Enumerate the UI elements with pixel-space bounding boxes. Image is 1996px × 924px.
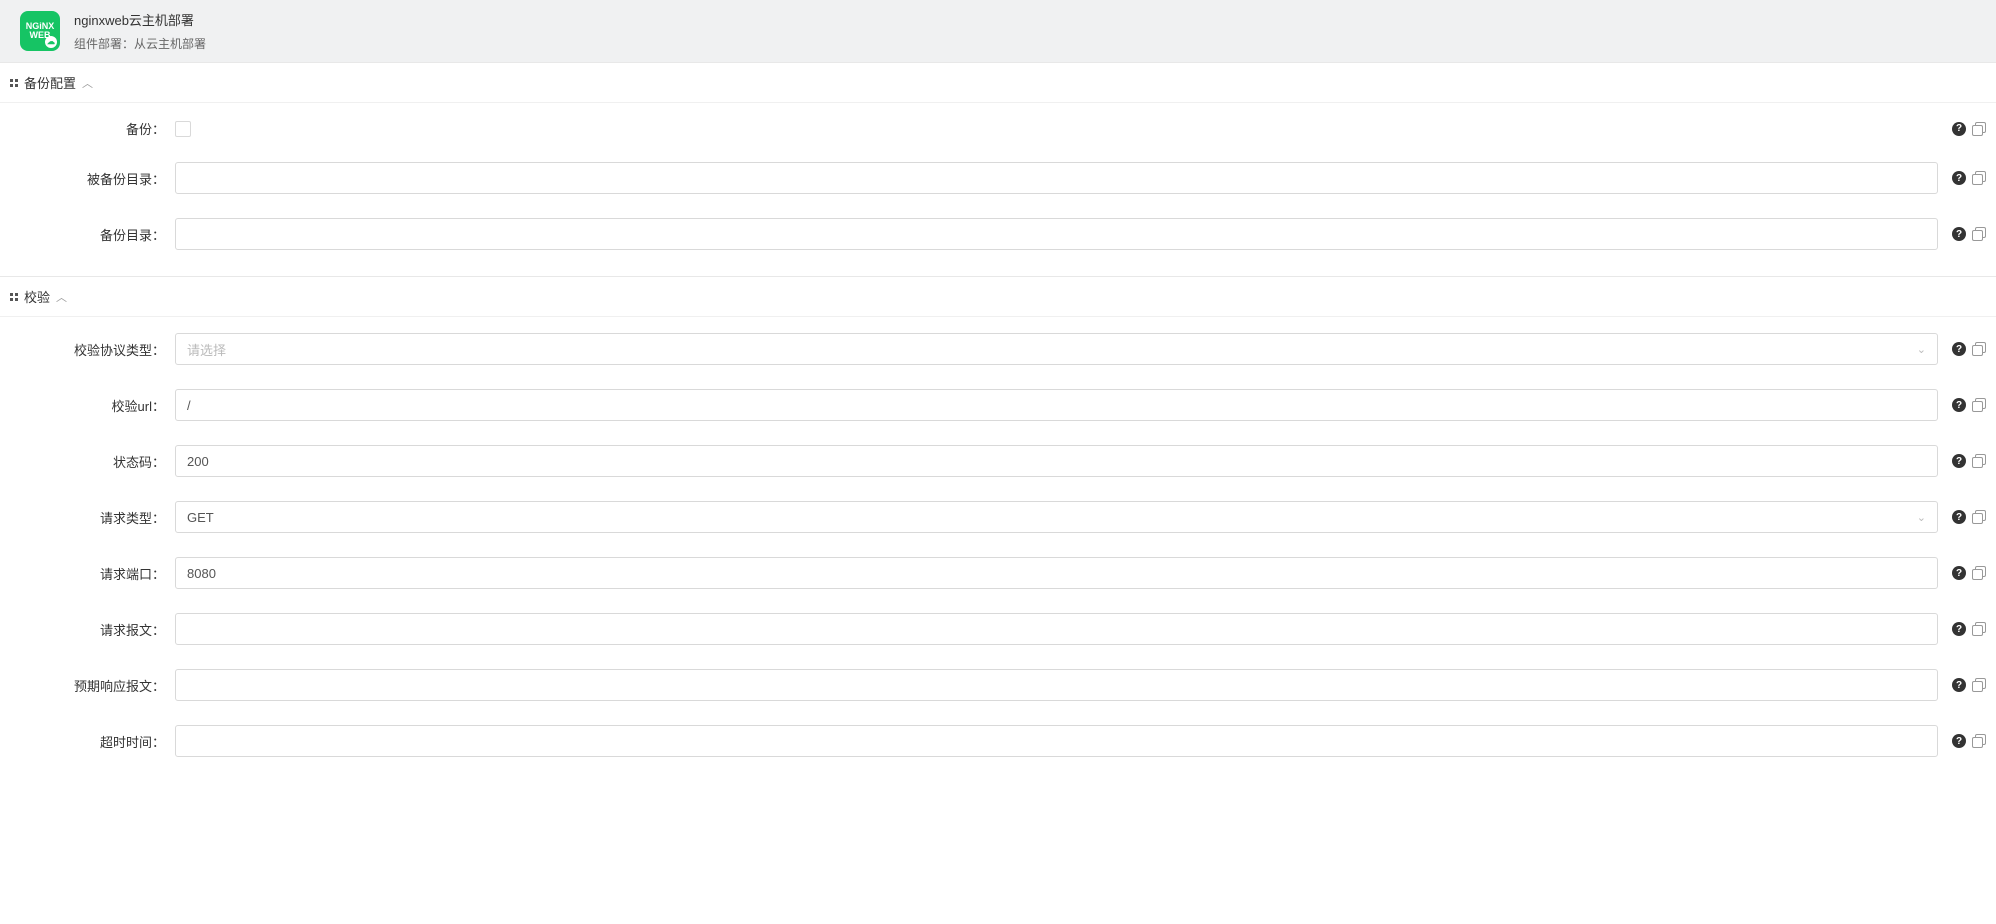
row-backup-dir: 备份目录： ?: [0, 206, 1996, 262]
control-request-body: [175, 613, 1944, 645]
copy-icon[interactable]: [1972, 398, 1986, 412]
page-header: NGiNX WEB ☁ nginxweb云主机部署 组件部署：从云主机部署: [0, 0, 1996, 62]
chevron-up-icon: ︿: [82, 75, 93, 91]
actions-timeout: ?: [1944, 734, 1986, 748]
row-request-body: 请求报文： ?: [0, 601, 1996, 657]
section-check: 校验 ︿ 校验协议类型： 请选择 ⌄ ? 校验url： ?: [0, 276, 1996, 783]
label-protocol-type: 校验协议类型：: [10, 340, 175, 359]
help-icon[interactable]: ?: [1952, 510, 1966, 524]
input-status-code[interactable]: [175, 445, 1938, 477]
actions-request-type: ?: [1944, 510, 1986, 524]
header-text: nginxweb云主机部署 组件部署：从云主机部署: [74, 10, 206, 52]
help-icon[interactable]: ?: [1952, 734, 1966, 748]
input-request-port[interactable]: [175, 557, 1938, 589]
section-check-body: 校验协议类型： 请选择 ⌄ ? 校验url： ? 状态码：: [0, 316, 1996, 783]
page-subtitle: 组件部署：从云主机部署: [74, 35, 206, 52]
label-status-code: 状态码：: [10, 452, 175, 471]
control-timeout: [175, 725, 1944, 757]
section-check-header[interactable]: 校验 ︿: [0, 277, 1996, 316]
row-expected-response: 预期响应报文： ?: [0, 657, 1996, 713]
select-value: GET: [187, 510, 214, 525]
section-backup: 备份配置 ︿ 备份： ? 被备份目录： ? 备份目录：: [0, 62, 1996, 276]
input-request-body[interactable]: [175, 613, 1938, 645]
control-backed-dir: [175, 162, 1944, 194]
chevron-up-icon: ︿: [56, 289, 67, 305]
input-backed-dir[interactable]: [175, 162, 1938, 194]
actions-request-port: ?: [1944, 566, 1986, 580]
control-request-type: GET ⌄: [175, 501, 1944, 533]
input-expected-response[interactable]: [175, 669, 1938, 701]
input-backup-dir[interactable]: [175, 218, 1938, 250]
label-timeout: 超时时间：: [10, 732, 175, 751]
select-protocol-type[interactable]: 请选择 ⌄: [175, 333, 1938, 365]
chevron-down-icon: ⌄: [1917, 511, 1926, 524]
actions-check-url: ?: [1944, 398, 1986, 412]
input-timeout[interactable]: [175, 725, 1938, 757]
actions-backup-dir: ?: [1944, 227, 1986, 241]
control-check-url: [175, 389, 1944, 421]
select-request-type[interactable]: GET ⌄: [175, 501, 1938, 533]
help-icon[interactable]: ?: [1952, 622, 1966, 636]
cloud-icon: ☁: [45, 36, 57, 48]
control-request-port: [175, 557, 1944, 589]
copy-icon[interactable]: [1972, 122, 1986, 136]
page-title: nginxweb云主机部署: [74, 10, 206, 29]
actions-backup-enable: ?: [1944, 122, 1986, 136]
row-request-port: 请求端口： ?: [0, 545, 1996, 601]
row-check-url: 校验url： ?: [0, 377, 1996, 433]
checkbox-backup-enable[interactable]: [175, 121, 191, 137]
label-request-body: 请求报文：: [10, 620, 175, 639]
control-protocol-type: 请选择 ⌄: [175, 333, 1944, 365]
label-check-url: 校验url：: [10, 396, 175, 415]
app-icon: NGiNX WEB ☁: [20, 11, 60, 51]
row-request-type: 请求类型： GET ⌄ ?: [0, 489, 1996, 545]
help-icon[interactable]: ?: [1952, 227, 1966, 241]
copy-icon[interactable]: [1972, 566, 1986, 580]
control-status-code: [175, 445, 1944, 477]
control-expected-response: [175, 669, 1944, 701]
label-request-type: 请求类型：: [10, 508, 175, 527]
row-protocol-type: 校验协议类型： 请选择 ⌄ ?: [0, 321, 1996, 377]
control-backup-enable: [175, 121, 1944, 137]
select-placeholder: 请选择: [187, 340, 226, 359]
copy-icon[interactable]: [1972, 454, 1986, 468]
grip-icon: [10, 79, 18, 87]
help-icon[interactable]: ?: [1952, 454, 1966, 468]
help-icon[interactable]: ?: [1952, 122, 1966, 136]
copy-icon[interactable]: [1972, 342, 1986, 356]
row-backed-dir: 被备份目录： ?: [0, 150, 1996, 206]
help-icon[interactable]: ?: [1952, 342, 1966, 356]
actions-status-code: ?: [1944, 454, 1986, 468]
help-icon[interactable]: ?: [1952, 171, 1966, 185]
control-backup-dir: [175, 218, 1944, 250]
row-backup-enable: 备份： ?: [0, 107, 1996, 150]
actions-protocol-type: ?: [1944, 342, 1986, 356]
label-backed-dir: 被备份目录：: [10, 169, 175, 188]
label-request-port: 请求端口：: [10, 564, 175, 583]
actions-request-body: ?: [1944, 622, 1986, 636]
row-timeout: 超时时间： ?: [0, 713, 1996, 769]
help-icon[interactable]: ?: [1952, 398, 1966, 412]
section-backup-header[interactable]: 备份配置 ︿: [0, 63, 1996, 102]
help-icon[interactable]: ?: [1952, 678, 1966, 692]
grip-icon: [10, 293, 18, 301]
label-expected-response: 预期响应报文：: [10, 676, 175, 695]
chevron-down-icon: ⌄: [1917, 343, 1926, 356]
help-icon[interactable]: ?: [1952, 566, 1966, 580]
actions-expected-response: ?: [1944, 678, 1986, 692]
row-status-code: 状态码： ?: [0, 433, 1996, 489]
copy-icon[interactable]: [1972, 622, 1986, 636]
label-backup-dir: 备份目录：: [10, 225, 175, 244]
section-backup-title: 备份配置: [24, 73, 76, 92]
copy-icon[interactable]: [1972, 678, 1986, 692]
copy-icon[interactable]: [1972, 734, 1986, 748]
input-check-url[interactable]: [175, 389, 1938, 421]
copy-icon[interactable]: [1972, 171, 1986, 185]
copy-icon[interactable]: [1972, 510, 1986, 524]
section-check-title: 校验: [24, 287, 50, 306]
actions-backed-dir: ?: [1944, 171, 1986, 185]
copy-icon[interactable]: [1972, 227, 1986, 241]
label-backup-enable: 备份：: [10, 119, 175, 138]
section-backup-body: 备份： ? 被备份目录： ? 备份目录：: [0, 102, 1996, 276]
